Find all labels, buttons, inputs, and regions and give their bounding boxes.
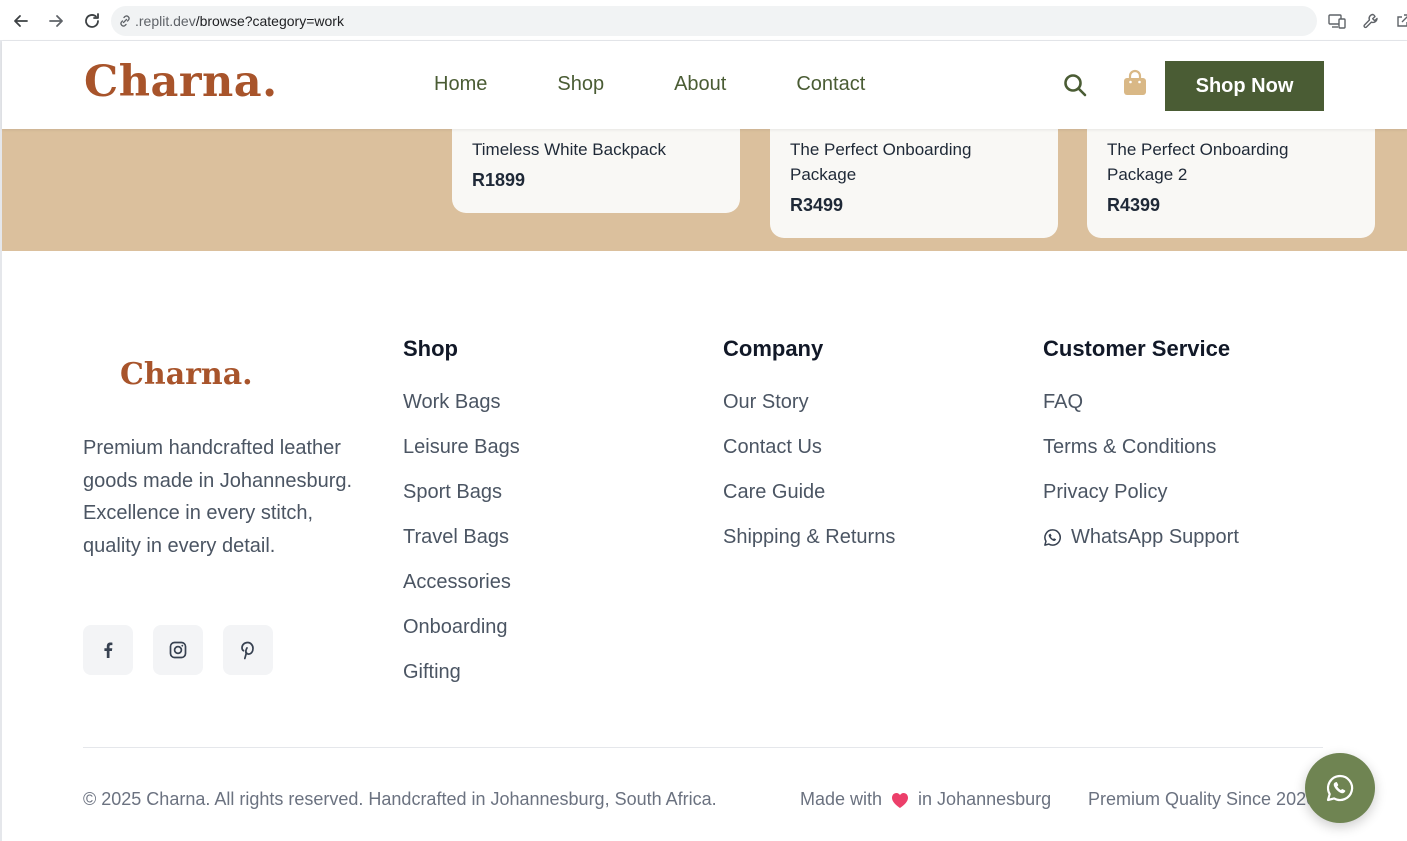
whatsapp-support-label: WhatsApp Support [1071,526,1239,548]
devices-button[interactable] [1326,11,1348,31]
forward-button[interactable] [44,9,68,33]
browser-toolbar: .replit.dev/browse?category=work [0,0,1407,41]
footer-link-terms[interactable]: Terms & Conditions [1043,432,1239,477]
product-price: R4399 [1107,195,1161,215]
footer-shop-links: Work Bags Leisure Bags Sport Bags Travel… [403,387,520,702]
footer-link-onboarding[interactable]: Onboarding [403,612,520,657]
instagram-link[interactable] [153,625,203,675]
footer-service-links: FAQ Terms & Conditions Privacy Policy Wh… [1043,387,1239,567]
product-price: R1899 [472,170,526,190]
open-new-tab-button[interactable] [1392,11,1407,31]
facebook-icon [104,642,113,658]
footer-link-accessories[interactable]: Accessories [403,567,520,612]
footer-link-contact-us[interactable]: Contact Us [723,432,895,477]
wrench-icon [1363,13,1378,29]
footer-company-title: Company [723,336,824,361]
footer-link-privacy[interactable]: Privacy Policy [1043,477,1239,522]
premium-quality-text: Premium Quality Since 2020 [1088,789,1310,809]
footer-service-title: Customer Service [1043,336,1231,361]
link-icon [120,15,130,27]
whatsapp-icon [1044,529,1061,546]
made-with-prefix: Made with [800,789,883,809]
heart-icon [892,792,909,808]
footer-link-work-bags[interactable]: Work Bags [403,387,520,432]
footer-logo[interactable]: Charna. [120,357,253,392]
whatsapp-float-button[interactable] [1305,753,1375,823]
shopping-bag-icon [1124,69,1146,95]
footer-link-shipping-returns[interactable]: Shipping & Returns [723,522,895,567]
reload-icon [85,13,99,28]
instagram-icon [169,641,187,659]
nav-home[interactable]: Home [434,73,487,96]
nav-about[interactable]: About [674,73,726,96]
nav-shop[interactable]: Shop [557,73,604,96]
copyright-text: © 2025 Charna. All rights reserved. Hand… [83,789,717,809]
search-button[interactable] [1062,72,1088,98]
footer-company-links: Our Story Contact Us Care Guide Shipping… [723,387,895,567]
back-button[interactable] [9,9,33,33]
nav-contact[interactable]: Contact [796,73,865,96]
tools-button[interactable] [1360,11,1382,31]
footer-link-leisure-bags[interactable]: Leisure Bags [403,432,520,477]
reload-button[interactable] [80,9,104,33]
cart-button[interactable] [1122,69,1148,97]
arrow-left-icon [14,15,28,27]
url-path: /browse?category=work [195,13,344,29]
shop-now-button[interactable]: Shop Now [1165,61,1324,111]
footer-link-gifting[interactable]: Gifting [403,657,520,702]
footer-link-care-guide[interactable]: Care Guide [723,477,895,522]
search-icon [1064,74,1087,97]
made-with-text: Made with in Johannesburg [800,789,1051,810]
arrow-right-icon [49,15,63,27]
product-price: R3499 [790,195,844,215]
product-card[interactable]: Timeless White Backpack R1899 [452,119,740,213]
facebook-link[interactable] [83,625,133,675]
product-name: The Perfect Onboarding Package 2 [1107,140,1289,184]
made-with-suffix: in Johannesburg [918,789,1052,809]
footer-link-our-story[interactable]: Our Story [723,387,895,432]
product-card[interactable]: The Perfect Onboarding Package 2 R4399 [1087,119,1375,238]
footer-link-whatsapp-support[interactable]: WhatsApp Support [1043,522,1239,567]
product-name: The Perfect Onboarding Package [790,140,972,184]
header-logo[interactable]: Charna. [84,57,278,107]
product-card[interactable]: The Perfect Onboarding Package R3499 [770,119,1058,238]
product-grid: Timeless White Backpack R1899 The Perfec… [2,119,1407,251]
site-header: Charna. Home Shop About Contact Shop Now [2,41,1407,129]
external-link-icon [1397,14,1407,27]
footer-divider [83,747,1323,748]
footer-description: Premium handcrafted leather goods made i… [83,437,353,557]
pinterest-link[interactable] [223,625,273,675]
footer-link-travel-bags[interactable]: Travel Bags [403,522,520,567]
main-nav: Home Shop About Contact [434,73,935,96]
whatsapp-icon [1326,774,1354,802]
address-bar[interactable]: .replit.dev/browse?category=work [111,6,1317,36]
devices-icon [1328,14,1346,29]
footer-link-faq[interactable]: FAQ [1043,387,1239,432]
pinterest-icon [241,641,254,660]
footer-link-sport-bags[interactable]: Sport Bags [403,477,520,522]
url-host: .replit.dev [135,13,196,29]
footer-shop-title: Shop [403,336,458,361]
product-name: Timeless White Backpack [472,140,666,159]
